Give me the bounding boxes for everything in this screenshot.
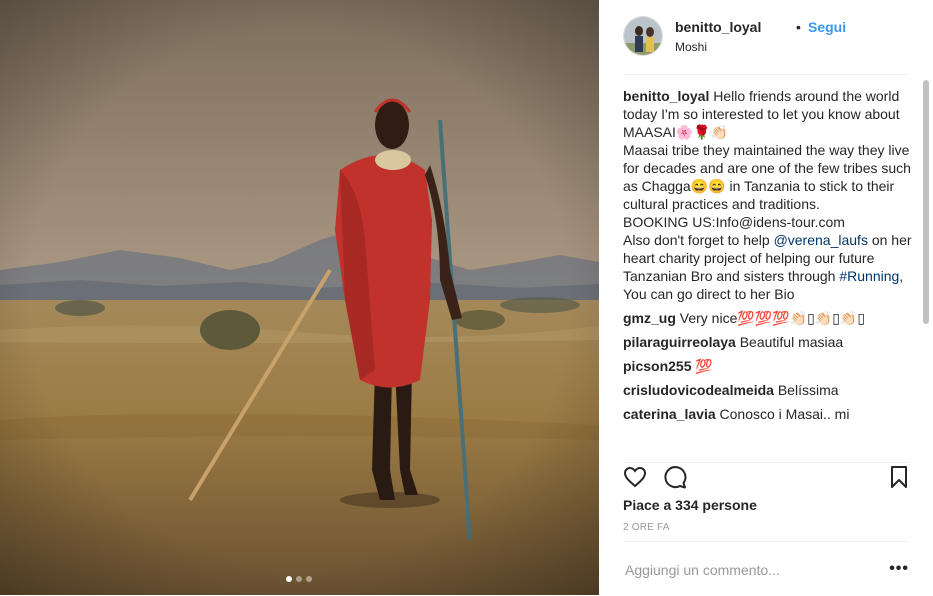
likes-count[interactable]: Piace a 334 persone: [623, 497, 757, 513]
comment-icon[interactable]: [663, 465, 687, 494]
add-comment-bar: •••: [623, 541, 909, 596]
comment-text: 💯: [695, 358, 713, 374]
maasai-photo-illustration: [0, 0, 599, 595]
caption-mention-link[interactable]: @verena_laufs: [774, 232, 868, 248]
header-separator: •: [796, 19, 801, 35]
post-side-panel: benitto_loyal • Segui Moshi benitto_loya…: [599, 0, 933, 595]
post-caption: benitto_loyal Hello friends around the w…: [623, 87, 913, 303]
caption-text-1: Hello friends around the world today I'm…: [623, 88, 911, 248]
comment-text: Belíssima: [777, 382, 839, 398]
post-header: benitto_loyal • Segui Moshi: [623, 16, 909, 75]
follow-button[interactable]: Segui: [808, 19, 846, 35]
carousel-dot-2[interactable]: [296, 576, 302, 582]
post-author-username[interactable]: benitto_loyal: [675, 19, 761, 35]
post-location[interactable]: Moshi: [675, 40, 707, 54]
carousel-dots: [286, 576, 312, 582]
heart-icon[interactable]: [623, 465, 647, 494]
comment-text: Conosco i Masai.. mi: [719, 406, 850, 422]
comment-username[interactable]: picson255: [623, 358, 691, 374]
caption-username[interactable]: benitto_loyal: [623, 88, 709, 104]
comment-item: pilaraguirreolaya Beautiful masiaa: [623, 333, 913, 351]
comment-item: gmz_ug Very nice💯💯💯👏🏻▯👏🏻▯👏🏻▯: [623, 309, 913, 327]
comment-username[interactable]: pilaraguirreolaya: [623, 334, 736, 350]
comment-item: picson255 💯: [623, 357, 913, 375]
comment-item: crisludovicodealmeida Belíssima: [623, 381, 913, 399]
comment-text: Beautiful masiaa: [739, 334, 844, 350]
avatar-image: [624, 17, 662, 55]
comments-scrollbar[interactable]: [923, 80, 929, 324]
comment-text: Very nice💯💯💯👏🏻▯👏🏻▯👏🏻▯: [679, 310, 866, 326]
carousel-dot-1[interactable]: [286, 576, 292, 582]
post-actions-bar: [623, 462, 909, 493]
avatar[interactable]: [623, 16, 663, 56]
more-options-icon[interactable]: •••: [889, 561, 909, 577]
caption-hashtag-link[interactable]: #Running: [839, 268, 899, 284]
post-photo[interactable]: [0, 0, 599, 595]
comment-username[interactable]: gmz_ug: [623, 310, 676, 326]
post-timestamp[interactable]: 2 ORE FA: [623, 522, 670, 533]
comments-list[interactable]: benitto_loyal Hello friends around the w…: [623, 87, 913, 456]
add-comment-input[interactable]: [623, 554, 867, 586]
bookmark-icon[interactable]: [889, 465, 909, 494]
comment-username[interactable]: caterina_lavia: [623, 406, 716, 422]
carousel-dot-3[interactable]: [306, 576, 312, 582]
comment-username[interactable]: crisludovicodealmeida: [623, 382, 774, 398]
comment-item: caterina_lavia Conosco i Masai.. mi: [623, 405, 913, 423]
